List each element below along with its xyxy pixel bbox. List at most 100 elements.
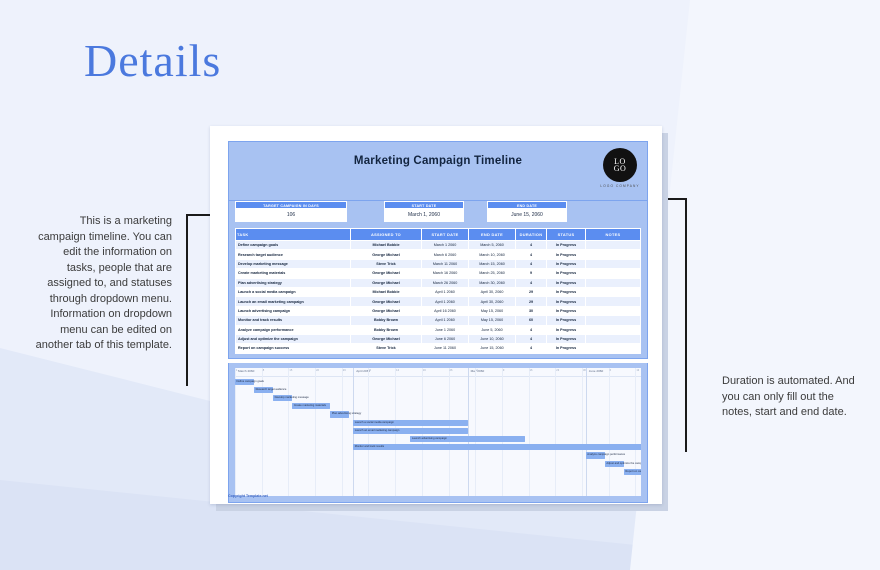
gantt-bar[interactable]: [353, 444, 641, 451]
cell-notes[interactable]: [585, 258, 641, 270]
cell-duration[interactable]: 4: [515, 277, 547, 288]
column-header-assigned-to[interactable]: ASSIGNED TO: [350, 228, 422, 241]
cell-end-date[interactable]: March 10, 2060: [468, 249, 516, 260]
cell-duration[interactable]: 4: [515, 239, 547, 251]
field-end-date[interactable]: END DATE June 15, 2060: [487, 201, 567, 227]
field-value[interactable]: 106: [235, 209, 347, 222]
table-row[interactable]: Plan advertising strategy George Michael M…: [235, 277, 641, 288]
column-header-task[interactable]: TASK: [235, 228, 351, 241]
cell-start-date[interactable]: March 16 2060: [421, 268, 469, 279]
cell-start-date[interactable]: April 1 2060: [421, 296, 469, 307]
cell-status[interactable]: In Progress: [546, 305, 586, 317]
cell-notes[interactable]: [585, 286, 641, 298]
cell-notes[interactable]: [585, 268, 641, 279]
cell-notes[interactable]: [585, 249, 641, 260]
cell-duration[interactable]: 4: [515, 324, 547, 335]
cell-status[interactable]: In Progress: [546, 286, 586, 298]
cell-notes[interactable]: [585, 239, 641, 251]
cell-start-date[interactable]: June 6 2060: [421, 333, 469, 345]
cell-status[interactable]: In Progress: [546, 239, 586, 251]
cell-start-date[interactable]: April 1 2060: [421, 315, 469, 326]
cell-status[interactable]: In Progress: [546, 324, 586, 335]
cell-status[interactable]: In Progress: [546, 277, 586, 288]
field-value[interactable]: March 1, 2060: [384, 209, 464, 222]
cell-end-date[interactable]: April 30, 2060: [468, 286, 516, 298]
cell-notes[interactable]: [585, 343, 641, 354]
cell-task[interactable]: Adjust and optimize the campaign: [235, 333, 351, 345]
cell-task[interactable]: Launch a social media campaign: [235, 286, 351, 298]
cell-status[interactable]: In Progress: [546, 258, 586, 270]
cell-status[interactable]: In Progress: [546, 343, 586, 354]
cell-end-date[interactable]: June 5, 2060: [468, 324, 516, 335]
cell-task[interactable]: Launch an email marketing campaign: [235, 296, 351, 307]
column-header-end-date[interactable]: END DATE: [468, 228, 516, 241]
cell-end-date[interactable]: May 15, 2060: [468, 305, 516, 317]
cell-assigned-to[interactable]: Steve Trick: [350, 343, 422, 354]
cell-end-date[interactable]: May 15, 2060: [468, 315, 516, 326]
table-row[interactable]: Create marketing materials George Michael…: [235, 268, 641, 279]
cell-start-date[interactable]: March 26 2060: [421, 277, 469, 288]
cell-status[interactable]: In Progress: [546, 249, 586, 260]
table-row[interactable]: Launch an email marketing campaign George…: [235, 296, 641, 307]
cell-task[interactable]: Define campaign goals: [235, 239, 351, 251]
cell-task[interactable]: Analyze campaign performance: [235, 324, 351, 335]
cell-task[interactable]: Monitor and track results: [235, 315, 351, 326]
cell-assigned-to[interactable]: George Michael: [350, 296, 422, 307]
cell-task[interactable]: Develop marketing message: [235, 258, 351, 270]
cell-assigned-to[interactable]: Michael Bobbie: [350, 286, 422, 298]
table-row[interactable]: Report on campaign success Steve Trick Jun…: [235, 343, 641, 354]
cell-start-date[interactable]: June 1 2060: [421, 324, 469, 335]
cell-end-date[interactable]: March 25, 2060: [468, 268, 516, 279]
cell-start-date[interactable]: April 16 2060: [421, 305, 469, 317]
cell-notes[interactable]: [585, 333, 641, 345]
column-header-start-date[interactable]: START DATE: [421, 228, 469, 241]
cell-assigned-to[interactable]: George Michael: [350, 268, 422, 279]
cell-start-date[interactable]: March 6 2060: [421, 249, 469, 260]
table-row[interactable]: Monitor and track results Bobby Brown Apri…: [235, 315, 641, 326]
cell-duration[interactable]: 29: [515, 296, 547, 307]
cell-status[interactable]: In Progress: [546, 333, 586, 345]
cell-duration[interactable]: 4: [515, 249, 547, 260]
cell-end-date[interactable]: March 30, 2060: [468, 277, 516, 288]
table-row[interactable]: Launch a social media campaign Michael Bo…: [235, 286, 641, 298]
cell-end-date[interactable]: March 15, 2060: [468, 258, 516, 270]
cell-start-date[interactable]: March 1 2060: [421, 239, 469, 251]
table-row[interactable]: Adjust and optimize the campaign George M…: [235, 333, 641, 345]
cell-task[interactable]: Create marketing materials: [235, 268, 351, 279]
column-header-notes[interactable]: NOTES: [585, 228, 641, 241]
cell-end-date[interactable]: April 30, 2060: [468, 296, 516, 307]
cell-assigned-to[interactable]: George Michael: [350, 249, 422, 260]
cell-start-date[interactable]: March 11 2060: [421, 258, 469, 270]
cell-task[interactable]: Plan advertising strategy: [235, 277, 351, 288]
cell-duration[interactable]: 9: [515, 268, 547, 279]
cell-notes[interactable]: [585, 296, 641, 307]
cell-notes[interactable]: [585, 277, 641, 288]
cell-duration[interactable]: 4: [515, 343, 547, 354]
cell-notes[interactable]: [585, 305, 641, 317]
cell-duration[interactable]: 4: [515, 333, 547, 345]
field-value[interactable]: June 15, 2060: [487, 209, 567, 222]
cell-status[interactable]: In Progress: [546, 268, 586, 279]
cell-task[interactable]: Report on campaign success: [235, 343, 351, 354]
cell-assigned-to[interactable]: Steve Trick: [350, 258, 422, 270]
cell-assigned-to[interactable]: Bobby Brown: [350, 315, 422, 326]
table-row[interactable]: Analyze campaign performance Bobby Brown J…: [235, 324, 641, 335]
cell-duration[interactable]: 30: [515, 305, 547, 317]
table-row[interactable]: Develop marketing message Steve Trick Marc…: [235, 258, 641, 270]
field-target-campaign-days[interactable]: TARGET CAMPAIGN IN DAYS 106: [235, 201, 347, 227]
table-row[interactable]: Research target audience George Michael Ma…: [235, 249, 641, 260]
cell-assigned-to[interactable]: Michael Bobbie: [350, 239, 422, 251]
cell-notes[interactable]: [585, 315, 641, 326]
table-row[interactable]: Define campaign goals Michael Bobbie March…: [235, 239, 641, 251]
table-row[interactable]: Launch advertising campaign George Michae…: [235, 305, 641, 317]
field-start-date[interactable]: START DATE March 1, 2060: [384, 201, 464, 227]
cell-duration[interactable]: 4: [515, 258, 547, 270]
cell-assigned-to[interactable]: George Michael: [350, 333, 422, 345]
cell-end-date[interactable]: June 10, 2060: [468, 333, 516, 345]
cell-notes[interactable]: [585, 324, 641, 335]
cell-assigned-to[interactable]: George Michael: [350, 277, 422, 288]
cell-status[interactable]: In Progress: [546, 296, 586, 307]
cell-end-date[interactable]: June 15, 2060: [468, 343, 516, 354]
cell-start-date[interactable]: June 11 2060: [421, 343, 469, 354]
cell-duration[interactable]: 60: [515, 315, 547, 326]
